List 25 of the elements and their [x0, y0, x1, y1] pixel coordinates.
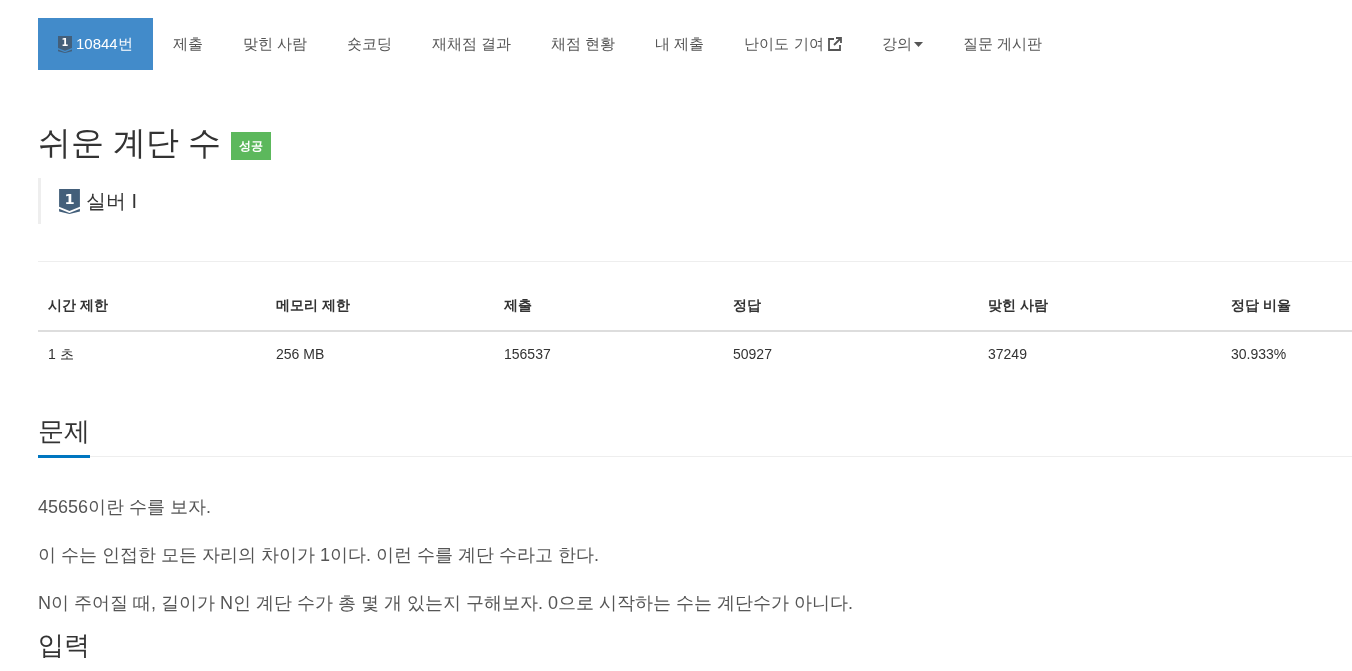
problem-title: 쉬운 계단 수	[38, 123, 222, 163]
column-header: 메모리 제한	[275, 296, 351, 315]
table-cell-text: 30.933%	[1230, 345, 1288, 364]
table-cell-text: 37249	[987, 345, 1028, 364]
caret-down-icon	[913, 41, 923, 47]
tier-badge-icon: 1	[58, 35, 72, 53]
section-heading: 문제	[38, 411, 90, 458]
tier-badge-icon: 1	[59, 188, 80, 214]
table-cell-text: 1 초	[47, 345, 75, 364]
table-cell-text: 256 MB	[275, 345, 326, 364]
column-header: 시간 제한	[47, 296, 109, 315]
column-header: 제출	[503, 296, 533, 315]
problem-text: 45656이란 수를 보자.	[38, 496, 212, 519]
problem-text: N이 주어질 때, 길이가 N인 계단 수가 총 몇 개 있는지 구해보자. 0으로 시작하는 수는 계단수가 아니다.	[38, 592, 854, 615]
result-badge: 성공	[231, 132, 272, 160]
table-cell-text: 50927	[732, 345, 773, 364]
column-header: 정답 비율	[1230, 296, 1292, 315]
column-header: 맞힌 사람	[987, 296, 1049, 315]
table-cell-text: 156537	[503, 345, 552, 364]
column-header: 정답	[732, 296, 762, 315]
section-heading: 입력	[38, 630, 91, 660]
external-link-icon	[827, 37, 842, 51]
tier-label: 실버 I	[86, 189, 138, 214]
problem-text: 이 수는 인접한 모든 자리의 차이가 1이다. 이런 수를 계단 수라고 한다.	[38, 544, 600, 567]
nav-tab[interactable]: 1 10844번	[38, 18, 153, 70]
